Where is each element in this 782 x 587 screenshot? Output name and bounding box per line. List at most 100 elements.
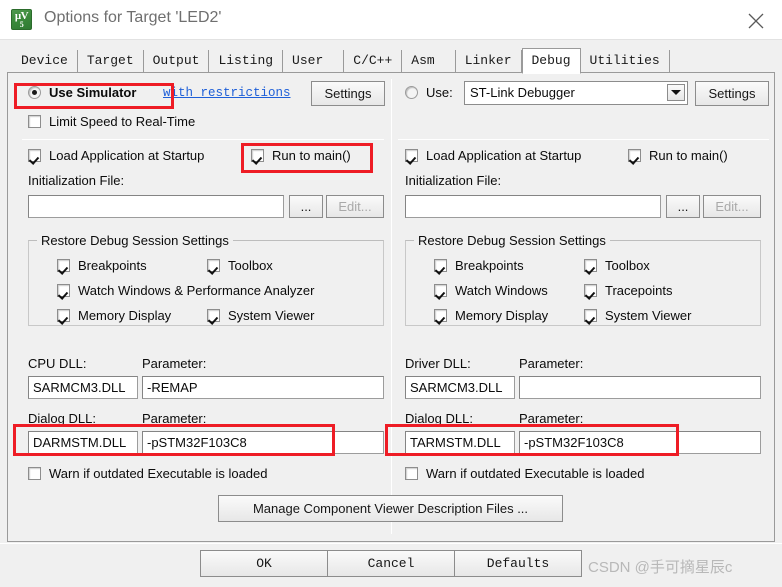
debugger-warn-outdated-label: Warn if outdated Executable is loaded xyxy=(426,466,645,481)
dbg-restore-watch-windows-label: Watch Windows xyxy=(455,283,548,298)
debugger-init-file-label: Initialization File: xyxy=(405,173,502,188)
chevron-down-icon[interactable] xyxy=(667,84,685,101)
debugger-restore-group: Restore Debug Session Settings Breakpoin… xyxy=(405,233,761,326)
tab-output[interactable]: Output xyxy=(143,50,210,73)
debugger-dialog-parameter-input[interactable]: -pSTM32F103C8 xyxy=(519,431,761,454)
options-for-target-dialog: µV 5 Options for Target 'LED2' Device Tar… xyxy=(0,0,782,587)
column-divider xyxy=(391,79,392,534)
simulator-load-app-label: Load Application at Startup xyxy=(49,148,205,163)
cpu-dll-parameter-label: Parameter: xyxy=(142,356,207,371)
sim-restore-toolbox-checkbox[interactable] xyxy=(207,259,220,272)
use-debugger-label: Use: xyxy=(426,85,453,100)
simulator-dialog-dll-label: Dialog DLL: xyxy=(28,411,96,426)
simulator-init-file-label: Initialization File: xyxy=(28,173,125,188)
debugger-run-to-main-label: Run to main() xyxy=(649,148,728,163)
cancel-button[interactable]: Cancel xyxy=(327,550,455,577)
simulator-restore-group-title: Restore Debug Session Settings xyxy=(37,233,233,248)
manage-component-viewer-button[interactable]: Manage Component Viewer Description File… xyxy=(218,495,563,522)
tab-cpp[interactable]: C/C++ xyxy=(344,50,403,73)
use-debugger-radio[interactable] xyxy=(405,86,418,99)
simulator-run-to-main-label: Run to main() xyxy=(272,148,351,163)
sim-restore-watch-windows-checkbox[interactable] xyxy=(57,284,70,297)
debugger-warn-outdated-checkbox[interactable] xyxy=(405,467,418,480)
simulator-settings-button[interactable]: Settings xyxy=(311,81,385,106)
debugger-restore-group-title: Restore Debug Session Settings xyxy=(414,233,610,248)
simulator-edit-button: Edit... xyxy=(326,195,384,218)
sim-restore-watch-windows-label: Watch Windows & Performance Analyzer xyxy=(78,283,315,298)
dbg-restore-system-viewer-checkbox[interactable] xyxy=(584,309,597,322)
cpu-dll-parameter-input[interactable]: -REMAP xyxy=(142,376,384,399)
driver-dll-input[interactable]: SARMCM3.DLL xyxy=(405,376,515,399)
driver-dll-parameter-input[interactable] xyxy=(519,376,761,399)
driver-dll-parameter-label: Parameter: xyxy=(519,356,584,371)
limit-speed-checkbox[interactable] xyxy=(28,115,41,128)
ok-button[interactable]: OK xyxy=(200,550,328,577)
use-simulator-label: Use Simulator xyxy=(49,85,137,100)
uvision-logo-icon: µV 5 xyxy=(11,9,32,30)
defaults-button[interactable]: Defaults xyxy=(454,550,582,577)
dbg-restore-breakpoints-label: Breakpoints xyxy=(455,258,524,273)
with-restrictions-link[interactable]: with restrictions xyxy=(163,86,291,100)
dbg-restore-breakpoints-checkbox[interactable] xyxy=(434,259,447,272)
footer-separator xyxy=(0,543,782,544)
debugger-dialog-parameter-label: Parameter: xyxy=(519,411,584,426)
debugger-dialog-dll-input[interactable]: TARMSTM.DLL xyxy=(405,431,515,454)
cpu-dll-input[interactable]: SARMCM3.DLL xyxy=(28,376,138,399)
simulator-warn-outdated-label: Warn if outdated Executable is loaded xyxy=(49,466,268,481)
dbg-restore-memory-display-label: Memory Display xyxy=(455,308,549,323)
left-rail xyxy=(0,72,6,542)
tab-utilities[interactable]: Utilities xyxy=(580,50,670,73)
tab-strip: Device Target Output Listing User C/C++ … xyxy=(0,41,782,74)
debugger-load-app-label: Load Application at Startup xyxy=(426,148,582,163)
simulator-warn-outdated-checkbox[interactable] xyxy=(28,467,41,480)
sim-restore-memory-display-checkbox[interactable] xyxy=(57,309,70,322)
debugger-separator xyxy=(398,139,769,140)
simulator-separator xyxy=(22,139,384,140)
simulator-init-file-input[interactable] xyxy=(28,195,284,218)
simulator-load-app-checkbox[interactable] xyxy=(28,149,41,162)
cpu-dll-label: CPU DLL: xyxy=(28,356,87,371)
dbg-restore-watch-windows-checkbox[interactable] xyxy=(434,284,447,297)
use-simulator-radio[interactable] xyxy=(28,86,41,99)
tab-debug[interactable]: Debug xyxy=(521,48,581,74)
debugger-load-app-checkbox[interactable] xyxy=(405,149,418,162)
tab-linker[interactable]: Linker xyxy=(455,50,522,73)
simulator-dialog-parameter-input[interactable]: -pSTM32F103C8 xyxy=(142,431,384,454)
sim-restore-memory-display-label: Memory Display xyxy=(78,308,172,323)
sim-restore-breakpoints-checkbox[interactable] xyxy=(57,259,70,272)
debugger-dialog-dll-label: Dialog DLL: xyxy=(405,411,473,426)
dbg-restore-memory-display-checkbox[interactable] xyxy=(434,309,447,322)
dbg-restore-toolbox-label: Toolbox xyxy=(605,258,650,273)
dbg-restore-toolbox-checkbox[interactable] xyxy=(584,259,597,272)
debugger-driver-select[interactable]: ST-Link Debugger xyxy=(464,81,688,105)
simulator-dialog-dll-input[interactable]: DARMSTM.DLL xyxy=(28,431,138,454)
driver-dll-label: Driver DLL: xyxy=(405,356,471,371)
simulator-browse-button[interactable]: ... xyxy=(289,195,323,218)
tab-asm[interactable]: Asm xyxy=(402,50,456,73)
debugger-browse-button[interactable]: ... xyxy=(666,195,700,218)
debug-tab-panel: Use Simulator with restrictions Settings… xyxy=(7,72,775,542)
debugger-init-file-input[interactable] xyxy=(405,195,661,218)
tab-user[interactable]: User xyxy=(283,50,345,73)
debugger-settings-button[interactable]: Settings xyxy=(695,81,769,106)
limit-speed-label: Limit Speed to Real-Time xyxy=(49,114,196,129)
title-bar: µV 5 Options for Target 'LED2' xyxy=(0,0,782,40)
csdn-watermark: CSDN @手可摘星辰c xyxy=(588,559,733,576)
tab-target[interactable]: Target xyxy=(77,50,144,73)
dbg-restore-tracepoints-checkbox[interactable] xyxy=(584,284,597,297)
debugger-driver-value: ST-Link Debugger xyxy=(470,85,575,100)
dbg-restore-tracepoints-label: Tracepoints xyxy=(605,283,673,298)
sim-restore-system-viewer-label: System Viewer xyxy=(228,308,315,323)
tab-listing[interactable]: Listing xyxy=(209,50,284,73)
sim-restore-breakpoints-label: Breakpoints xyxy=(78,258,147,273)
debugger-edit-button: Edit... xyxy=(703,195,761,218)
page-title: Options for Target 'LED2' xyxy=(44,9,222,26)
simulator-restore-group: Restore Debug Session Settings Breakpoin… xyxy=(28,233,384,326)
tab-device[interactable]: Device xyxy=(12,50,78,73)
simulator-dialog-parameter-label: Parameter: xyxy=(142,411,207,426)
debugger-run-to-main-checkbox[interactable] xyxy=(628,149,641,162)
dbg-restore-system-viewer-label: System Viewer xyxy=(605,308,692,323)
sim-restore-system-viewer-checkbox[interactable] xyxy=(207,309,220,322)
close-icon[interactable] xyxy=(738,6,774,34)
simulator-run-to-main-checkbox[interactable] xyxy=(251,149,264,162)
